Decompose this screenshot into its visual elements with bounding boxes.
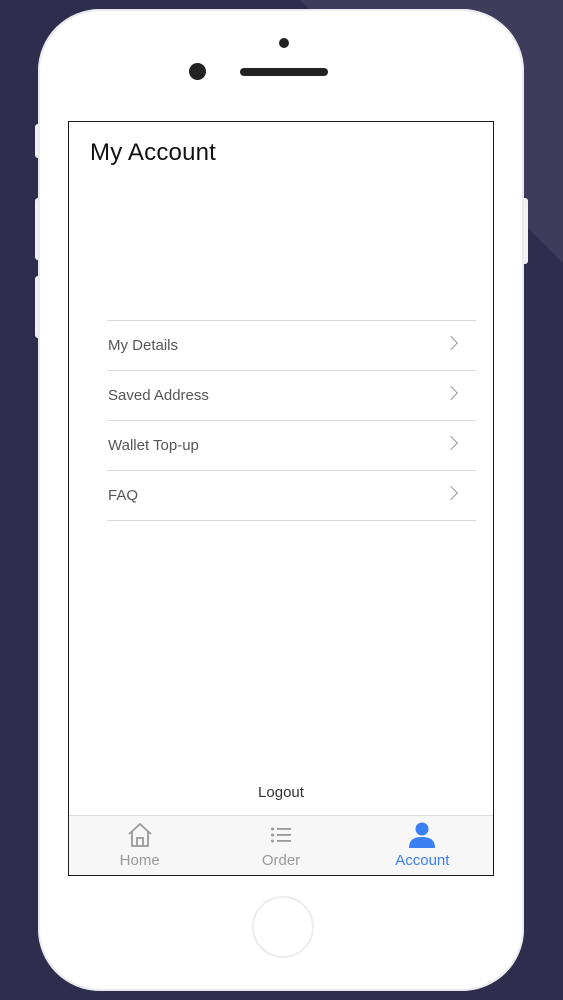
account-menu: My Details Saved Address Wallet Top-up F… — [107, 320, 476, 521]
page-title: My Account — [90, 139, 217, 166]
app-screen: My Account My Details Saved Address Wall… — [68, 121, 494, 876]
menu-item-my-details[interactable]: My Details — [107, 321, 476, 371]
chevron-right-icon — [443, 385, 459, 401]
menu-item-label: Saved Address — [108, 387, 209, 404]
tab-label: Order — [261, 852, 301, 869]
menu-item-label: Wallet Top-up — [108, 437, 199, 454]
home-button — [252, 896, 314, 958]
logout-button[interactable]: Logout — [69, 784, 493, 801]
menu-item-label: My Details — [108, 337, 179, 354]
tab-home[interactable]: Home — [69, 816, 210, 875]
list-icon — [270, 822, 292, 848]
menu-item-wallet-top-up[interactable]: Wallet Top-up — [107, 421, 476, 471]
chevron-right-icon — [443, 485, 459, 501]
front-camera — [189, 63, 206, 80]
menu-item-faq[interactable]: FAQ — [107, 471, 476, 521]
tab-label: Account — [395, 852, 450, 869]
phone-frame: My Account My Details Saved Address Wall… — [38, 9, 524, 991]
tab-account[interactable]: Account — [352, 816, 493, 875]
chevron-right-icon — [443, 435, 459, 451]
tab-order[interactable]: Order — [210, 816, 351, 875]
menu-item-label: FAQ — [108, 487, 139, 504]
menu-item-saved-address[interactable]: Saved Address — [107, 371, 476, 421]
user-icon — [408, 822, 436, 848]
earpiece-speaker — [240, 68, 328, 76]
bottom-tab-bar: Home Order Account — [69, 815, 493, 875]
tab-label: Home — [119, 852, 160, 869]
chevron-right-icon — [443, 335, 459, 351]
home-icon — [126, 822, 154, 848]
proximity-sensor — [279, 38, 289, 48]
